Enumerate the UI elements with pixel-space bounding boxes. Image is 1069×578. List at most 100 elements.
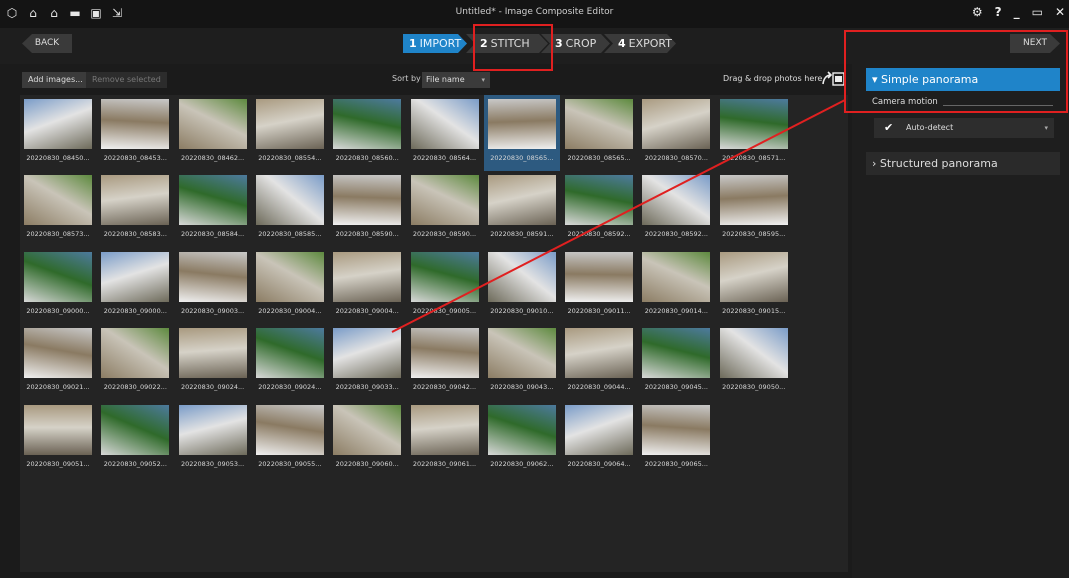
chevron-down-icon: ▾: [1044, 124, 1048, 132]
thumbnail-image: [101, 99, 170, 149]
thumbnail-image: [24, 99, 92, 149]
thumbnail-image: [178, 175, 247, 226]
back-button[interactable]: BACK: [22, 34, 72, 53]
step-label: STITCH: [490, 37, 530, 50]
remove-selected-button[interactable]: Remove selected: [86, 72, 167, 88]
chevron-down-icon: ▾: [872, 73, 882, 86]
thumbnail-filename: 20220830_09021...: [26, 383, 90, 392]
thumbnail-item[interactable]: 20220830_09061...: [407, 401, 483, 477]
thumbnail-item[interactable]: 20220830_08592...: [561, 171, 637, 247]
thumbnail-item[interactable]: 20220830_09015...: [716, 248, 792, 324]
thumbnail-image: [410, 328, 479, 379]
thumbnail-item[interactable]: 20220830_08595...: [716, 171, 792, 247]
thumbnail-item[interactable]: 20220830_08462...: [175, 95, 251, 171]
thumbnail-item[interactable]: 20220830_08591...: [484, 171, 560, 247]
thumbnail-image: [24, 175, 92, 226]
thumbnail-item[interactable]: 20220830_09043...: [484, 324, 560, 400]
thumbnail-image: [565, 328, 634, 379]
thumbnail-filename: 20220830_09000...: [103, 306, 167, 315]
thumbnail-filename: 20220830_09044...: [567, 383, 631, 392]
thumbnail-item[interactable]: 20220830_09055...: [252, 401, 328, 477]
thumbnail-image: [255, 328, 324, 379]
thumbnail-item[interactable]: 20220830_08450...: [20, 95, 96, 171]
thumbnail-item[interactable]: 20220830_09004...: [252, 248, 328, 324]
sort-select[interactable]: File name ▾: [422, 72, 490, 88]
thumbnail-item[interactable]: 20220830_09060...: [329, 401, 405, 477]
close-icon[interactable]: ✕: [1055, 5, 1065, 19]
next-button[interactable]: NEXT: [1010, 34, 1060, 53]
thumbnail-item[interactable]: 20220830_09050...: [716, 324, 792, 400]
thumbnail-item[interactable]: 20220830_09024...: [252, 324, 328, 400]
thumbnail-item[interactable]: 20220830_09000...: [97, 248, 173, 324]
camera-motion-select[interactable]: ✔ Auto-detect ▾: [874, 118, 1054, 138]
minimize-icon[interactable]: _: [1014, 5, 1020, 19]
thumbnail-filename: 20220830_09045...: [644, 383, 708, 392]
thumbnail-filename: 20220830_08560...: [335, 154, 399, 162]
thumbnail-filename: 20220830_09015...: [722, 306, 786, 315]
thumbnail-item[interactable]: 20220830_08592...: [638, 171, 714, 247]
thumbnail-item[interactable]: 20220830_08590...: [407, 171, 483, 247]
thumbnail-filename: 20220830_09060...: [335, 459, 399, 468]
structured-panorama-header[interactable]: › Structured panorama: [866, 152, 1060, 175]
step-crop[interactable]: 3 CROP: [541, 34, 610, 53]
restore-icon[interactable]: ▭: [1032, 5, 1043, 19]
thumbnail-item[interactable]: 20220830_09024...: [175, 324, 251, 400]
step-import[interactable]: 1 IMPORT: [403, 34, 467, 53]
sort-value: File name: [426, 75, 465, 84]
thumbnail-image: [719, 99, 788, 149]
thumbnail-item[interactable]: 20220830_09014...: [638, 248, 714, 324]
step-number: 3: [555, 37, 563, 50]
help-icon[interactable]: ?: [995, 5, 1002, 19]
thumbnail-item[interactable]: 20220830_09053...: [175, 401, 251, 477]
thumbnail-item[interactable]: 20220830_08564...: [407, 95, 483, 171]
thumbnail-item[interactable]: 20220830_08590...: [329, 171, 405, 247]
add-images-button[interactable]: Add images...: [22, 72, 89, 88]
step-stitch[interactable]: 2 STITCH: [466, 34, 548, 53]
thumbnail-item[interactable]: 20220830_08565...: [561, 95, 637, 171]
thumbnail-filename: 20220830_08450...: [26, 154, 90, 162]
thumbnail-image: [255, 175, 324, 226]
thumbnail-grid: 20220830_08450... 20220830_08453... 202208…: [20, 95, 848, 572]
thumbnail-item[interactable]: 20220830_09022...: [97, 324, 173, 400]
thumbnail-filename: 20220830_08571...: [722, 154, 786, 162]
thumbnail-item[interactable]: 20220830_09003...: [175, 248, 251, 324]
thumbnail-item[interactable]: 20220830_08554...: [252, 95, 328, 171]
thumbnail-image: [565, 404, 634, 455]
thumbnail-item[interactable]: 20220830_08560...: [329, 95, 405, 171]
thumbnail-image: [410, 99, 479, 149]
step-export[interactable]: 4 EXPORT: [604, 34, 676, 53]
thumbnail-item[interactable]: 20220830_09010...: [484, 248, 560, 324]
thumbnail-image: [487, 175, 556, 226]
settings-icon[interactable]: ⚙: [972, 5, 983, 19]
thumbnail-item[interactable]: 20220830_08570...: [638, 95, 714, 171]
thumbnail-item[interactable]: 20220830_08583...: [97, 171, 173, 247]
checkmark-icon: ✔: [884, 121, 894, 134]
thumbnail-item[interactable]: 20220830_08453...: [97, 95, 173, 171]
thumbnail-item[interactable]: 20220830_09045...: [638, 324, 714, 400]
thumbnail-filename: 20220830_09014...: [644, 306, 708, 315]
thumbnail-filename: 20220830_09033...: [335, 383, 399, 392]
thumbnail-item[interactable]: 20220830_09065...: [638, 401, 714, 477]
thumbnail-item[interactable]: 20220830_08573...: [20, 171, 96, 247]
thumbnail-item[interactable]: 20220830_08565...: [483, 95, 560, 171]
thumbnail-item[interactable]: 20220830_08571...: [716, 95, 792, 171]
thumbnail-item[interactable]: 20220830_08585...: [252, 171, 328, 247]
thumbnail-item[interactable]: 20220830_09042...: [407, 324, 483, 400]
thumbnail-item[interactable]: 20220830_09044...: [561, 324, 637, 400]
thumbnail-filename: 20220830_09004...: [258, 306, 322, 315]
simple-panorama-header[interactable]: ▾ Simple panorama: [866, 68, 1060, 91]
thumbnail-item[interactable]: 20220830_09062...: [484, 401, 560, 477]
thumbnail-item[interactable]: 20220830_09004...: [329, 248, 405, 324]
thumbnail-filename: 20220830_09043...: [490, 383, 554, 392]
thumbnail-item[interactable]: 20220830_09051...: [20, 401, 96, 477]
thumbnail-item[interactable]: 20220830_09064...: [561, 401, 637, 477]
thumbnail-item[interactable]: 20220830_09011...: [561, 248, 637, 324]
thumbnail-item[interactable]: 20220830_09000...: [20, 248, 96, 324]
thumbnail-item[interactable]: 20220830_09052...: [97, 401, 173, 477]
thumbnail-item[interactable]: 20220830_09005...: [407, 248, 483, 324]
thumbnail-filename: 20220830_08590...: [412, 230, 477, 239]
thumbnail-item[interactable]: 20220830_08584...: [175, 171, 251, 247]
thumbnail-item[interactable]: 20220830_09033...: [329, 324, 405, 400]
thumbnail-filename: 20220830_09050...: [722, 383, 786, 392]
thumbnail-item[interactable]: 20220830_09021...: [20, 324, 96, 400]
